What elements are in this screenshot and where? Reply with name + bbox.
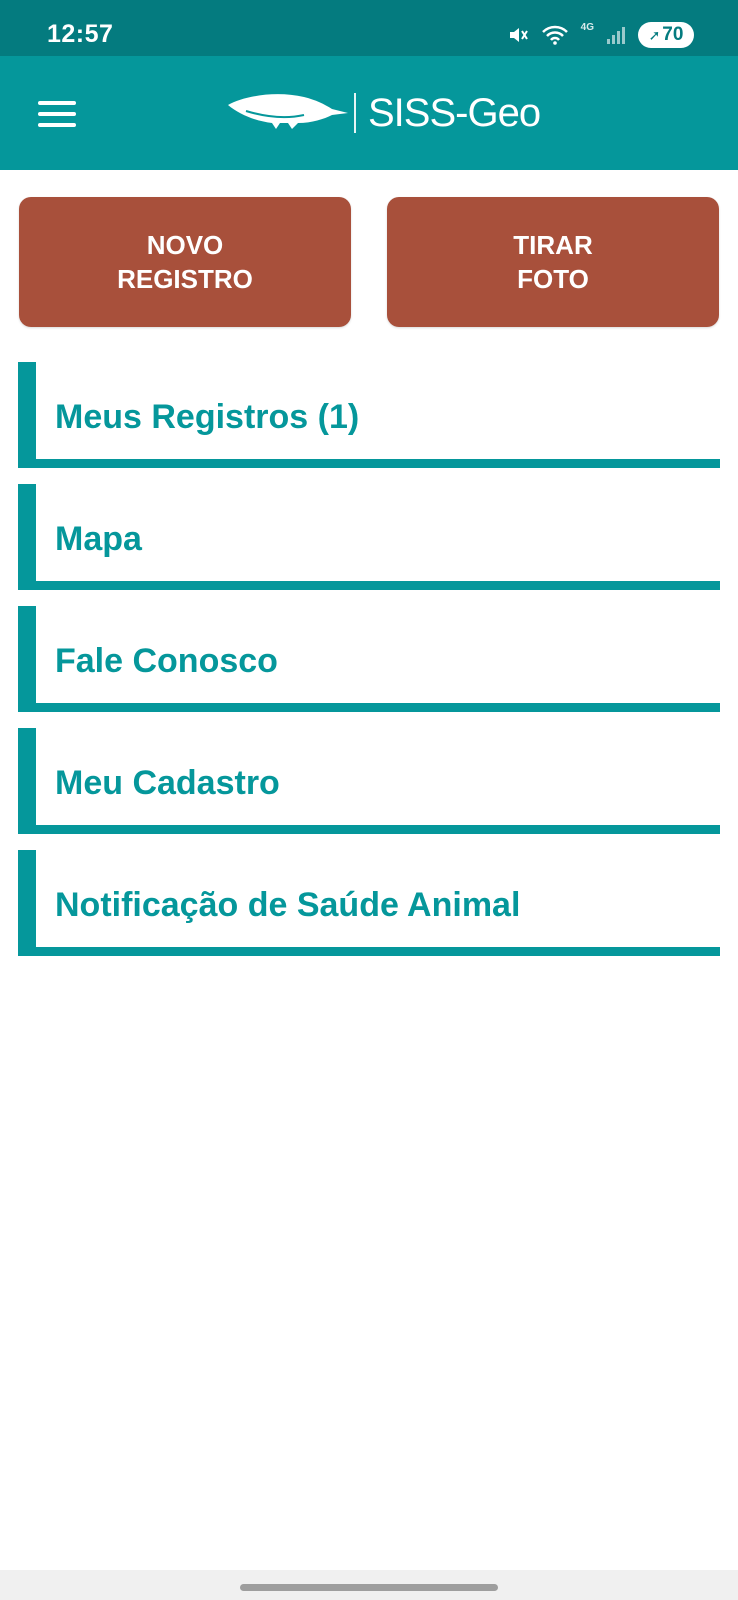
menu-item-my-records[interactable]: Meus Registros (1): [18, 362, 720, 468]
home-indicator[interactable]: [240, 1584, 498, 1591]
new-record-label-line2: REGISTRO: [117, 264, 253, 294]
menu-item-label: Meu Cadastro: [55, 764, 280, 802]
signal-icon: [606, 25, 626, 45]
menu-line: [38, 101, 76, 105]
wifi-icon: [541, 24, 569, 46]
battery-saver-icon: ➚: [648, 26, 661, 43]
menu-line: [38, 112, 76, 116]
menu-item-label: Mapa: [55, 520, 142, 558]
app-header: SISS-Geo: [0, 56, 738, 170]
menu-list: Meus Registros (1) Mapa Fale Conosco Meu…: [18, 362, 720, 972]
take-photo-label-line2: FOTO: [517, 264, 589, 294]
network-type-label: 4G: [580, 21, 594, 33]
status-icons: 4G ➚ 70: [507, 20, 694, 50]
status-bar: 12:57 4G ➚ 70: [0, 0, 738, 56]
hamburger-menu-icon[interactable]: [30, 92, 82, 136]
take-photo-label: TIRAR FOTO: [513, 228, 592, 296]
menu-item-label: Meus Registros (1): [55, 398, 360, 436]
app-logo: SISS-Geo: [226, 89, 541, 138]
anteater-icon: [226, 89, 350, 138]
take-photo-label-line1: TIRAR: [513, 230, 593, 260]
battery-icon: ➚ 70: [638, 22, 694, 48]
new-record-label-line1: NOVO: [146, 230, 224, 260]
menu-item-contact-us[interactable]: Fale Conosco: [18, 606, 720, 712]
menu-line: [38, 123, 76, 127]
menu-item-label: Fale Conosco: [55, 642, 278, 680]
logo-divider: [354, 93, 356, 133]
status-time: 12:57: [47, 20, 114, 48]
menu-item-animal-health-notification[interactable]: Notificação de Saúde Animal: [18, 850, 720, 956]
logo-text: SISS-Geo: [368, 90, 541, 135]
menu-item-my-profile[interactable]: Meu Cadastro: [18, 728, 720, 834]
battery-level: 70: [662, 24, 684, 45]
mute-icon: [507, 24, 529, 46]
new-record-label: NOVO REGISTRO: [117, 228, 253, 296]
menu-item-label: Notificação de Saúde Animal: [55, 886, 521, 924]
take-photo-button[interactable]: TIRAR FOTO: [387, 197, 719, 327]
menu-item-map[interactable]: Mapa: [18, 484, 720, 590]
new-record-button[interactable]: NOVO REGISTRO: [19, 197, 351, 327]
system-navigation-bar: [0, 1570, 738, 1600]
